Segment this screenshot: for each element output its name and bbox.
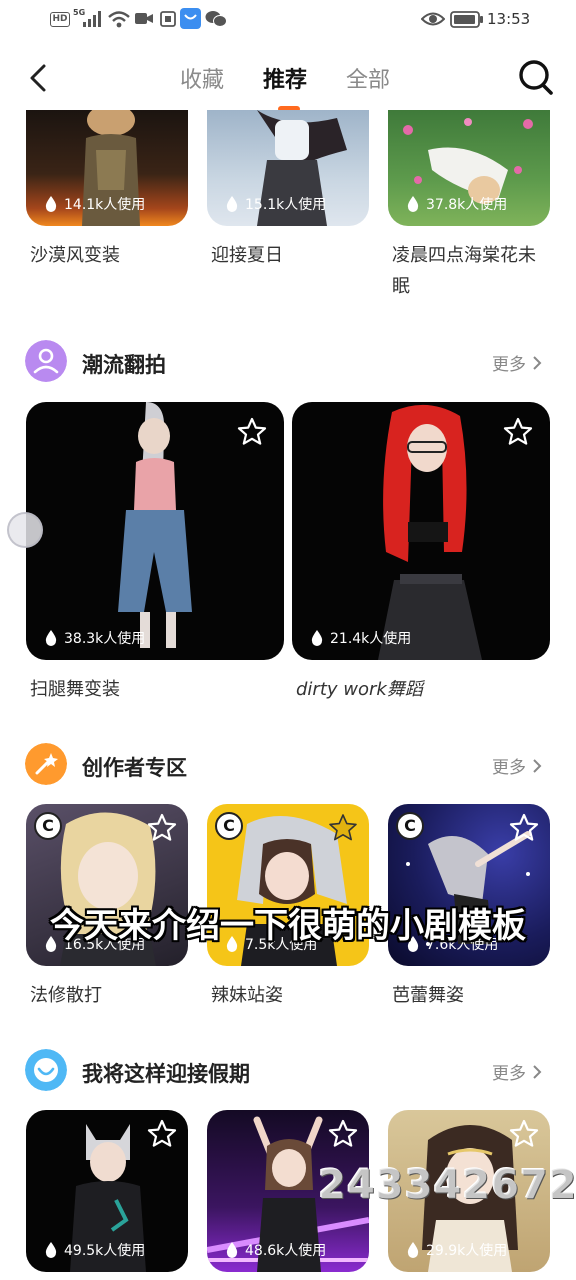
creator-badge-icon: C xyxy=(34,812,62,840)
character-figure xyxy=(378,404,482,660)
template-card-thumbnail[interactable]: 38.3k人使用 xyxy=(26,402,284,660)
template-card-thumbnail[interactable]: 37.8k人使用 xyxy=(388,110,550,226)
usage-text: 14.1k人使用 xyxy=(64,197,146,213)
template-card-thumbnail[interactable]: 14.1k人使用 xyxy=(26,110,188,226)
video-icon xyxy=(135,13,153,24)
more-label: 更多 xyxy=(492,1064,526,1084)
top-nav: 收藏 推荐 全部 xyxy=(0,44,576,112)
template-title[interactable]: 芭蕾舞姿 xyxy=(392,980,552,1011)
favorite-star-icon[interactable] xyxy=(327,1118,359,1150)
template-title[interactable]: dirty work舞蹈 xyxy=(296,674,546,705)
favorite-star-icon[interactable] xyxy=(508,1118,540,1150)
flame-icon xyxy=(45,196,57,212)
usage-text: 49.5k人使用 xyxy=(64,1243,146,1259)
chevron-right-icon xyxy=(533,1064,542,1079)
favorite-star-icon[interactable] xyxy=(508,812,540,844)
more-label: 更多 xyxy=(492,355,526,375)
tab-all[interactable]: 全部 xyxy=(346,62,390,94)
trend-section-icon xyxy=(25,340,67,382)
section-title: 创作者专区 xyxy=(82,756,187,780)
template-title[interactable]: 凌晨四点海棠花未眠 xyxy=(392,240,552,302)
character-figure xyxy=(118,402,192,648)
more-label: 更多 xyxy=(492,758,526,778)
flame-icon xyxy=(226,1242,238,1258)
usage-count: 38.3k人使用 xyxy=(44,628,145,648)
template-card-thumbnail[interactable]: 15.1k人使用 xyxy=(207,110,369,226)
watermark-id: 243342672 xyxy=(318,1162,576,1208)
search-icon[interactable] xyxy=(516,58,556,98)
usage-text: 29.9k人使用 xyxy=(426,1243,508,1259)
tab-recommended[interactable]: 推荐 xyxy=(263,62,307,94)
flame-icon xyxy=(226,196,238,212)
creator-section-icon xyxy=(25,743,67,785)
template-title[interactable]: 辣妹站姿 xyxy=(211,980,371,1011)
template-title[interactable]: 扫腿舞变装 xyxy=(30,674,280,705)
wechat-icon xyxy=(205,11,227,27)
flame-icon xyxy=(407,196,419,212)
tab-favorites[interactable]: 收藏 xyxy=(180,62,224,94)
app-notification-icon xyxy=(180,8,201,29)
flame-icon xyxy=(45,630,57,646)
template-title[interactable]: 沙漠风变装 xyxy=(30,240,190,271)
back-icon[interactable] xyxy=(26,62,50,94)
floating-assistive-button[interactable] xyxy=(7,512,43,548)
status-bar: HD 5G 13:53 xyxy=(0,0,576,40)
usage-count: 21.4k人使用 xyxy=(310,628,411,648)
chevron-right-icon xyxy=(533,758,542,773)
more-link[interactable]: 更多 xyxy=(492,1059,542,1084)
usage-text: 38.3k人使用 xyxy=(64,631,146,647)
chevron-right-icon xyxy=(533,355,542,370)
more-link[interactable]: 更多 xyxy=(492,753,542,778)
holiday-section-icon xyxy=(25,1049,67,1091)
template-card-thumbnail[interactable]: 49.5k人使用 xyxy=(26,1110,188,1272)
favorite-star-icon[interactable] xyxy=(146,812,178,844)
more-link[interactable]: 更多 xyxy=(492,350,542,375)
favorite-star-icon[interactable] xyxy=(327,812,359,844)
favorite-star-icon[interactable] xyxy=(146,1118,178,1150)
template-title[interactable]: 迎接夏日 xyxy=(211,240,371,271)
section-title: 我将这样迎接假期 xyxy=(82,1062,250,1086)
usage-text: 48.6k人使用 xyxy=(245,1243,327,1259)
flame-icon xyxy=(45,1242,57,1258)
usage-text: 37.8k人使用 xyxy=(426,197,508,213)
favorite-star-icon[interactable] xyxy=(502,416,534,448)
clock-time: 13:53 xyxy=(487,10,531,28)
wifi-icon xyxy=(108,11,130,28)
usage-count: 29.9k人使用 xyxy=(406,1240,507,1260)
usage-count: 15.1k人使用 xyxy=(225,194,326,214)
creator-badge-icon: C xyxy=(396,812,424,840)
usage-count: 37.8k人使用 xyxy=(406,194,507,214)
flame-icon xyxy=(407,1242,419,1258)
usage-count: 49.5k人使用 xyxy=(44,1240,145,1260)
usage-count: 48.6k人使用 xyxy=(225,1240,326,1260)
section-title: 潮流翻拍 xyxy=(82,353,166,377)
signal-icon xyxy=(83,11,101,27)
usage-count: 14.1k人使用 xyxy=(44,194,145,214)
video-caption: 今天来介绍一下很萌的小剧模板 xyxy=(50,906,526,946)
eye-icon xyxy=(421,12,445,26)
battery-icon xyxy=(450,11,483,28)
usage-text: 21.4k人使用 xyxy=(330,631,412,647)
flame-icon xyxy=(311,630,323,646)
template-card-thumbnail[interactable]: 21.4k人使用 xyxy=(292,402,550,660)
gallery-icon xyxy=(160,11,176,27)
favorite-star-icon[interactable] xyxy=(236,416,268,448)
creator-badge-icon: C xyxy=(215,812,243,840)
hd-badge: HD xyxy=(50,12,70,27)
template-title[interactable]: 法修散打 xyxy=(30,980,190,1011)
usage-text: 15.1k人使用 xyxy=(245,197,327,213)
